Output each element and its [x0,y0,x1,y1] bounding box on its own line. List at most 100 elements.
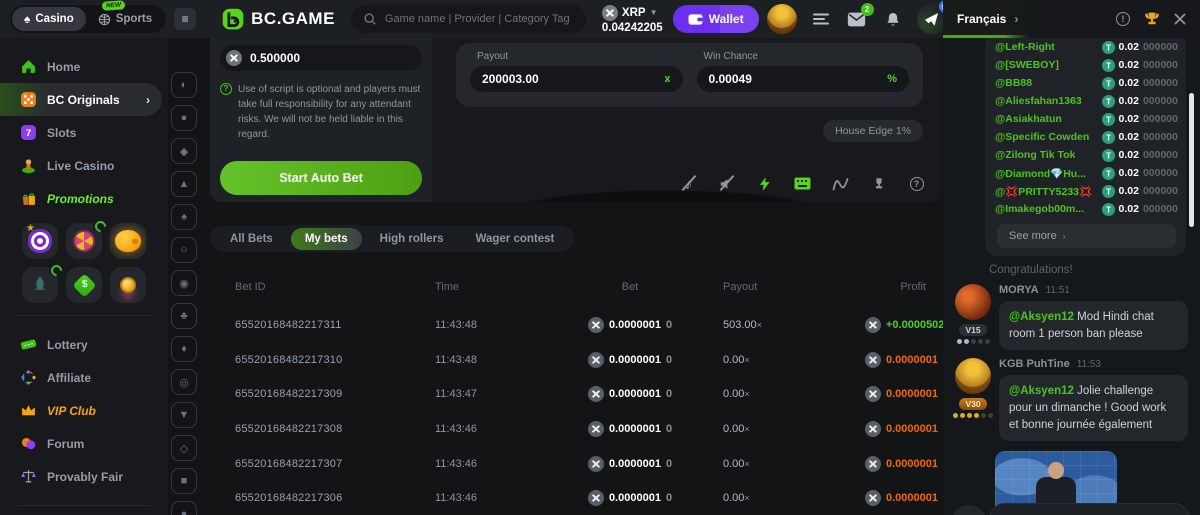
avatar[interactable] [955,284,991,320]
hotkeys-button[interactable] [794,175,811,192]
search-bar[interactable]: Game name | Provider | Category Tag [351,5,586,33]
close-icon[interactable] [1174,13,1186,25]
table-row[interactable]: 6552016848221730611:43:460.000000100.00×… [210,481,941,515]
originals-game-shortcut-icon[interactable]: ● [171,105,197,131]
originals-game-shortcut-icon[interactable]: ◉ [171,270,197,296]
winner-row[interactable]: @Diamond💎Hu...T0.02000000 [995,164,1178,182]
winner-username[interactable]: @Asiakhatun [995,113,1062,125]
winner-row[interactable]: @Imakegob00m...T0.02000000 [995,200,1178,218]
user-avatar[interactable] [767,4,797,34]
originals-game-shortcut-icon[interactable]: ▲ [171,171,197,197]
price-tag-game-icon[interactable] [66,267,102,303]
start-auto-bet-button[interactable]: Start Auto Bet [220,161,422,195]
win-chance-input[interactable]: 0.00049 % [697,66,910,92]
sidebar-item-forum[interactable]: Forum [0,427,168,460]
help-button[interactable]: ? [908,175,925,192]
tab-all-bets[interactable]: All Bets [216,228,287,250]
table-row[interactable]: 6552016848221730811:43:460.000000100.00×… [210,412,941,447]
payout-input[interactable]: 200003.00 x [470,66,683,92]
dart-game-icon[interactable] [22,223,58,259]
winner-row[interactable]: @Specific CowdenT0.02000000 [995,128,1178,146]
mention-link[interactable]: @Aksyen12 [1009,311,1074,323]
winner-row[interactable]: @AsiakhatunT0.02000000 [995,110,1178,128]
table-row[interactable]: 6552016848221731111:43:480.00000010503.0… [210,308,941,343]
originals-game-shortcut-icon[interactable]: ♦ [171,336,197,362]
tab-high-rollers[interactable]: High rollers [366,228,458,250]
sidebar-item-slots[interactable]: 7Slots [0,116,168,149]
originals-game-shortcut-icon[interactable]: ♣ [171,303,197,329]
sidebar-item-affiliate[interactable]: Affiliate [0,361,168,394]
wheel-game-icon[interactable] [66,223,102,259]
piggy-bank-game-icon[interactable] [110,223,146,259]
tab-my-bets[interactable]: My bets [291,228,362,250]
chat-scrollbar[interactable] [1189,93,1194,227]
originals-game-shortcut-icon[interactable]: ◆ [171,138,197,164]
chat-rules-icon[interactable]: ! [1116,12,1130,26]
live-stats-button[interactable] [832,175,849,192]
avatar[interactable] [955,358,991,394]
bet-amount-input[interactable]: 0.500000 [220,45,422,71]
sidebar-item-home[interactable]: Home [0,50,168,83]
winner-username[interactable]: @Imakegob00m... [995,203,1084,215]
winner-row[interactable]: @BB88T0.02000000 [995,74,1178,92]
originals-game-shortcut-icon[interactable]: ◇ [171,435,197,461]
wallet-button[interactable]: Wallet [673,5,759,33]
message-username[interactable]: KGB PuhTine [999,358,1070,370]
chat-language-tab[interactable]: Français › [957,12,1018,26]
table-row[interactable]: 6552016848221730911:43:470.000000100.00×… [210,377,941,412]
winner-username[interactable]: @Left-Right [995,41,1055,53]
sidebar-item-lottery[interactable]: Lottery [0,328,168,361]
originals-game-shortcut-icon[interactable]: ■ [171,468,197,494]
sidebar-item-vip-club[interactable]: VIP Club [0,394,168,427]
winner-row[interactable]: @Zilong Tik TokT0.02000000 [995,146,1178,164]
sound-mute-button[interactable] [718,175,735,192]
sidebar-item-provably-fair[interactable]: Provably Fair [0,460,168,493]
turbo-bet-button[interactable] [756,175,773,192]
tab-wager-contest[interactable]: Wager contest [462,228,569,250]
winner-username[interactable]: @💢PRITTY5233💢 [995,185,1092,198]
sidebar-item-live-casino[interactable]: Live Casino [0,149,168,182]
menu-button[interactable]: ≡ [174,8,196,30]
music-mute-button[interactable]: ♪ [680,175,697,192]
table-row[interactable]: 6552016848221731011:43:480.000000100.00×… [210,343,941,378]
currency-selector[interactable]: XRP ▼ 0.04242205 [602,5,663,34]
trophy-icon[interactable] [1144,12,1160,27]
mail-button[interactable]: 2 [845,7,869,31]
sports-toggle[interactable]: NEW Sports [86,7,164,31]
table-row[interactable]: 6552016848221730711:43:460.000000100.00×… [210,446,941,481]
winner-username[interactable]: @Diamond💎Hu... [995,167,1086,180]
bet-id[interactable]: 65520168482217311 [235,319,435,331]
originals-game-shortcut-icon[interactable]: ◎ [171,369,197,395]
see-more-button[interactable]: See more › [997,224,1176,248]
tournament-cup-button[interactable] [870,175,887,192]
bet-id[interactable]: 65520168482217307 [235,458,435,470]
quest-list-button[interactable] [809,7,833,31]
originals-game-shortcut-icon[interactable]: ◐ [171,72,197,98]
mention-link[interactable]: @Aksyen12 [1009,385,1074,397]
originals-game-shortcut-icon[interactable]: ● [171,501,197,515]
message-username[interactable]: MORYA [999,284,1039,296]
coin-drop-game-icon[interactable] [110,267,146,303]
winner-username[interactable]: @BB88 [995,77,1032,89]
winner-row[interactable]: @💢PRITTY5233💢T0.02000000 [995,182,1178,200]
winner-username[interactable]: @Zilong Tik Tok [995,149,1075,161]
casino-toggle[interactable]: ♠ Casino [12,7,86,31]
sidebar-item-promotions[interactable]: Promotions [0,182,168,215]
bet-id[interactable]: 65520168482217306 [235,492,435,504]
winner-username[interactable]: @[SWEBOY] [995,59,1059,71]
bet-id[interactable]: 65520168482217308 [235,423,435,435]
winner-row[interactable]: @Left-RightT0.02000000 [995,38,1178,56]
originals-game-shortcut-icon[interactable]: ○ [171,237,197,263]
winner-username[interactable]: @Aliesfahan1363 [995,95,1082,107]
originals-game-shortcut-icon[interactable]: ♠ [171,204,197,230]
winner-username[interactable]: @Specific Cowden [995,131,1089,143]
winner-row[interactable]: @[SWEBOY]T0.02000000 [995,56,1178,74]
originals-game-shortcut-icon[interactable]: ▼ [171,402,197,428]
bc-game-logo[interactable]: BC.GAME [222,8,335,30]
bet-id[interactable]: 65520168482217309 [235,388,435,400]
rocket-game-icon[interactable] [22,267,58,303]
winner-row[interactable]: @Aliesfahan1363T0.02000000 [995,92,1178,110]
bet-id[interactable]: 65520168482217310 [235,354,435,366]
sidebar-item-bc-originals[interactable]: BC Originals› [0,83,162,116]
notifications-button[interactable] [881,7,905,31]
